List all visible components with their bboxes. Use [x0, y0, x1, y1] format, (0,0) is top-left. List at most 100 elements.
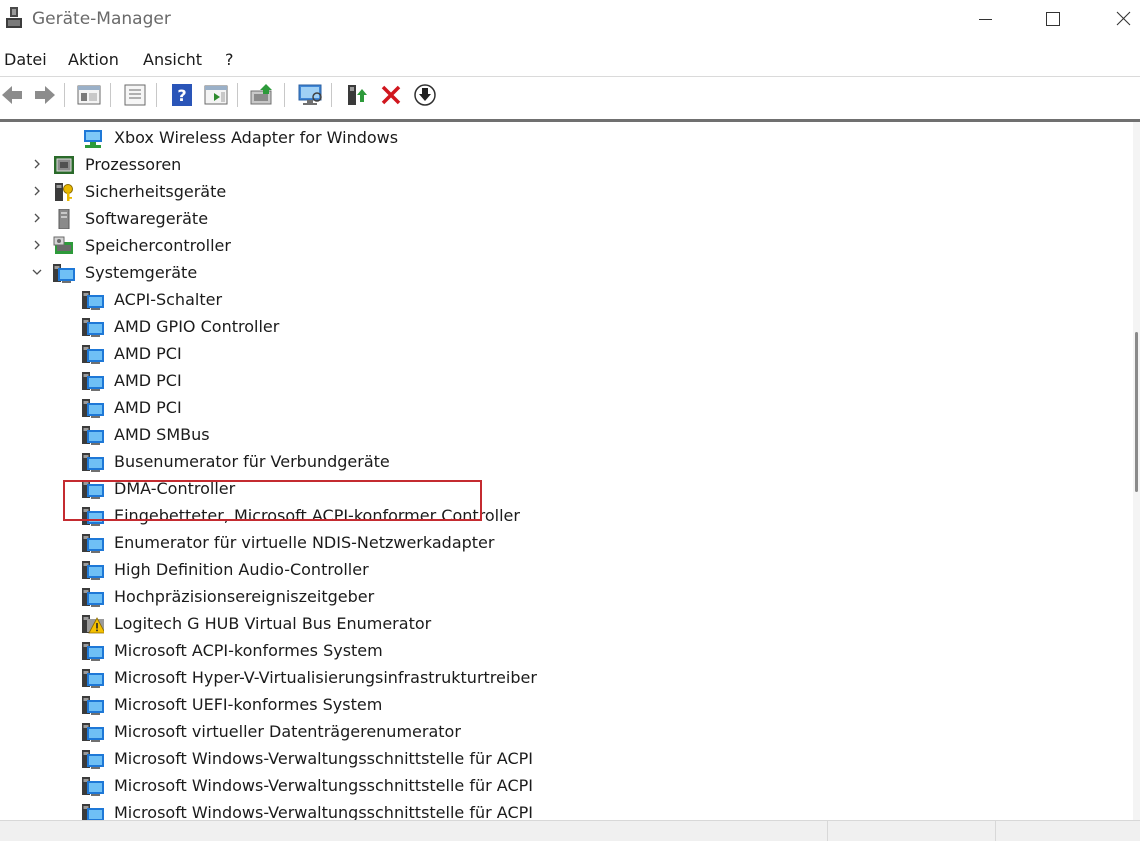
toolbar-separator [110, 83, 111, 107]
tree-device[interactable]: AMD PCI [0, 340, 1133, 367]
tree-category[interactable]: Prozessoren [0, 151, 1133, 178]
system-device-icon [82, 750, 104, 769]
system-device-icon [82, 507, 104, 526]
toolbar-separator [237, 83, 238, 107]
system-device-icon [82, 372, 104, 391]
tree-item-label: AMD SMBus [114, 425, 210, 444]
tree-category[interactable]: Sicherheitsgeräte [0, 178, 1133, 205]
tree-device[interactable]: Busenumerator für Verbundgeräte [0, 448, 1133, 475]
device-tree: Xbox Wireless Adapter for Windows Prozess… [0, 122, 1133, 820]
tree-item-label: Microsoft virtueller Datenträgerenumerat… [114, 722, 461, 741]
system-device-icon [82, 291, 104, 310]
tree-item-label: Speichercontroller [85, 236, 231, 255]
toolbar-separator [331, 83, 332, 107]
processor-icon [54, 156, 74, 174]
system-device-icon [82, 588, 104, 607]
network-adapter-icon [84, 130, 102, 148]
vertical-scrollbar[interactable] [1133, 122, 1140, 820]
close-button[interactable] [1086, 0, 1140, 40]
tree-device[interactable]: Xbox Wireless Adapter for Windows [0, 124, 1133, 151]
tree-device[interactable]: Microsoft UEFI-konformes System [0, 691, 1133, 718]
menu-ansicht[interactable]: Ansicht [143, 50, 202, 69]
tree-category[interactable]: Systemgeräte [0, 259, 1133, 286]
tree-device[interactable]: Microsoft virtueller Datenträgerenumerat… [0, 718, 1133, 745]
menu-datei[interactable]: Datei [4, 50, 47, 69]
chevron-right-icon[interactable] [30, 157, 44, 171]
tree-device[interactable]: DMA-Controller [0, 475, 1133, 502]
tree-device[interactable]: Microsoft Windows-Verwaltungsschnittstel… [0, 745, 1133, 772]
menu-bar: Datei Aktion Ansicht ? [0, 45, 1140, 75]
uninstall-device-icon [381, 85, 401, 105]
toolbar-separator [284, 83, 285, 107]
status-bar-cell [0, 821, 826, 841]
system-device-icon [82, 453, 104, 472]
system-device-icon [82, 534, 104, 553]
tree-device[interactable]: Microsoft Windows-Verwaltungsschnittstel… [0, 772, 1133, 799]
system-device-icon [82, 345, 104, 364]
tree-item-label: Sicherheitsgeräte [85, 182, 227, 201]
storage-controller-icon [53, 236, 73, 254]
tree-device[interactable]: Hochpräzisionsereigniszeitgeber [0, 583, 1133, 610]
status-bar [0, 820, 1140, 841]
tree-device[interactable]: AMD PCI [0, 394, 1133, 421]
back-button[interactable] [0, 82, 28, 108]
help-button[interactable]: ? [168, 82, 196, 108]
action-pane-icon [204, 85, 228, 105]
system-device-icon [82, 642, 104, 661]
chevron-right-icon[interactable] [30, 211, 44, 225]
scan-hardware-button[interactable] [296, 82, 324, 108]
tree-category[interactable]: Speichercontroller [0, 232, 1133, 259]
properties-button[interactable] [121, 82, 149, 108]
minimize-button[interactable] [950, 0, 1020, 40]
system-device-icon [82, 669, 104, 688]
tree-device[interactable]: Eingebetteter, Microsoft ACPI-konformer … [0, 502, 1133, 529]
maximize-button[interactable] [1018, 0, 1088, 40]
status-bar-cell [827, 821, 995, 841]
security-device-icon [55, 183, 73, 201]
close-icon [1116, 11, 1131, 26]
tree-item-label: Microsoft Hyper-V-Virtualisierungsinfras… [114, 668, 537, 687]
tree-item-label: ACPI-Schalter [114, 290, 223, 309]
scrollbar-thumb[interactable] [1135, 332, 1138, 492]
chevron-down-icon[interactable] [30, 265, 44, 279]
tree-item-label: AMD PCI [114, 371, 182, 390]
tree-device[interactable]: Microsoft ACPI-konformes System [0, 637, 1133, 664]
tree-item-label: Busenumerator für Verbundgeräte [114, 452, 390, 471]
tree-device[interactable]: AMD SMBus [0, 421, 1133, 448]
tree-item-label: Eingebetteter, Microsoft ACPI-konformer … [114, 506, 520, 525]
system-device-icon [82, 426, 104, 445]
system-device-icon [82, 696, 104, 715]
tree-device[interactable]: ACPI-Schalter [0, 286, 1133, 313]
tree-item-label: Enumerator für virtuelle NDIS-Netzwerkad… [114, 533, 495, 552]
menu-help[interactable]: ? [225, 50, 234, 69]
show-hide-console-tree-button[interactable] [75, 82, 103, 108]
tree-item-label: Systemgeräte [85, 263, 198, 282]
chevron-right-icon[interactable] [30, 238, 44, 252]
menu-aktion[interactable]: Aktion [68, 50, 119, 69]
update-driver-button[interactable] [248, 82, 276, 108]
disable-device-button[interactable] [411, 82, 439, 108]
show-hide-console-tree-icon [77, 85, 101, 105]
tree-device[interactable]: High Definition Audio-Controller [0, 556, 1133, 583]
tree-device[interactable]: Enumerator für virtuelle NDIS-Netzwerkad… [0, 529, 1133, 556]
tree-device[interactable]: AMD GPIO Controller [0, 313, 1133, 340]
enable-device-button[interactable] [343, 82, 371, 108]
update-driver-icon [250, 84, 272, 105]
status-bar-cell [995, 821, 1140, 841]
system-device-icon [82, 561, 104, 580]
system-device-icon [82, 480, 104, 499]
tree-device[interactable]: AMD PCI [0, 367, 1133, 394]
tree-device[interactable]: Microsoft Hyper-V-Virtualisierungsinfras… [0, 664, 1133, 691]
warning-device-icon [82, 615, 104, 634]
chevron-right-icon[interactable] [30, 184, 44, 198]
toolbar-separator [64, 83, 65, 107]
tree-item-label: Xbox Wireless Adapter for Windows [114, 128, 399, 147]
action-pane-button[interactable] [202, 82, 230, 108]
minimize-icon [979, 19, 992, 20]
uninstall-device-button[interactable] [377, 82, 405, 108]
forward-button[interactable] [29, 82, 57, 108]
tree-item-label: Microsoft Windows-Verwaltungsschnittstel… [114, 803, 533, 820]
tree-device[interactable]: Microsoft Windows-Verwaltungsschnittstel… [0, 799, 1133, 820]
tree-category[interactable]: Softwaregeräte [0, 205, 1133, 232]
tree-device[interactable]: Logitech G HUB Virtual Bus Enumerator [0, 610, 1133, 637]
